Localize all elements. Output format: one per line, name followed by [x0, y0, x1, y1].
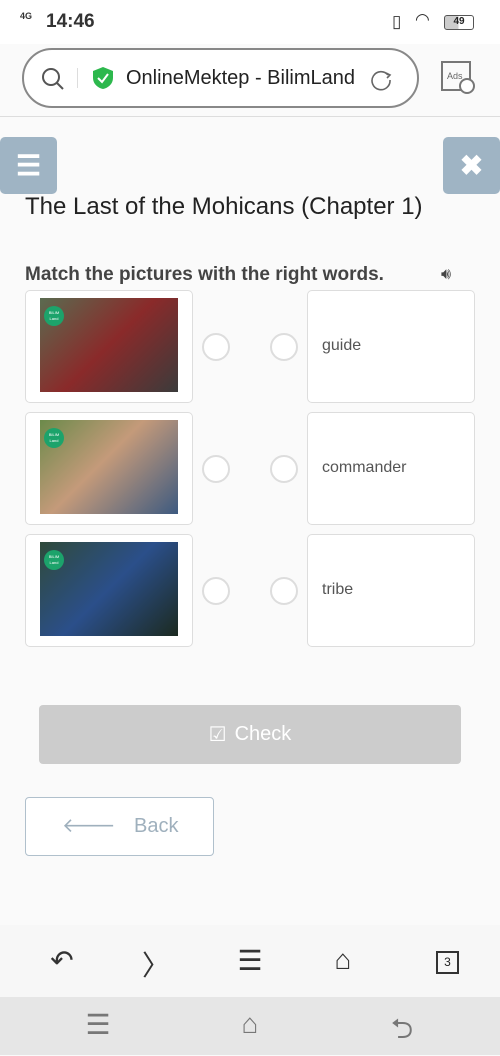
picture-card-1[interactable]: BILIM Land	[25, 290, 193, 403]
forward-icon[interactable]: 〉	[136, 944, 176, 984]
block-icon	[459, 78, 475, 94]
check-button[interactable]: ☑ Check	[39, 705, 461, 764]
battery-indicator: 49	[444, 15, 474, 30]
back-nav-icon[interactable]: ⮌	[382, 1008, 422, 1056]
menu-button[interactable]: ☰	[0, 137, 57, 194]
reload-icon[interactable]	[368, 67, 394, 93]
network-indicator: 4G	[20, 11, 33, 21]
wifi-icon: ◠	[415, 10, 430, 29]
clock: 14:46	[46, 11, 95, 32]
picture-radio-3[interactable]	[202, 577, 230, 605]
bilimland-logo: BILIM Land	[44, 428, 64, 448]
back-button[interactable]: 🡐 Back	[25, 797, 214, 856]
page-title-text: OnlineMektep - BilimLand	[126, 67, 355, 89]
bilimland-logo: BILIM Land	[44, 306, 64, 326]
word-card-1[interactable]: guide	[307, 290, 475, 403]
word-card-3[interactable]: tribe	[307, 534, 475, 647]
divider	[0, 116, 500, 117]
picture-radio-2[interactable]	[202, 455, 230, 483]
word-radio-3[interactable]	[270, 577, 298, 605]
menu-icon[interactable]: ☰	[230, 944, 270, 977]
close-icon: ✖	[459, 150, 484, 181]
tabs-button[interactable]: 3	[436, 951, 459, 974]
back-label: Back	[134, 815, 179, 837]
home-icon[interactable]: ⌂	[323, 944, 363, 976]
word-text: commander	[322, 459, 407, 476]
divider	[77, 68, 78, 88]
check-label: Check	[234, 723, 292, 745]
word-radio-1[interactable]	[270, 333, 298, 361]
shield-check-icon	[93, 67, 113, 89]
word-radio-2[interactable]	[270, 455, 298, 483]
close-button[interactable]: ✖	[443, 137, 500, 194]
recents-icon[interactable]: ☰	[78, 1008, 118, 1041]
speaker-icon[interactable]: 🔊︎	[441, 266, 451, 284]
checkbox-icon: ☑	[208, 724, 227, 746]
hamburger-icon: ☰	[15, 150, 42, 181]
vibrate-icon: ▯	[392, 12, 402, 31]
picture-1: BILIM Land	[40, 298, 178, 392]
word-text: tribe	[322, 581, 354, 598]
picture-card-3[interactable]: BILIM Land	[25, 534, 193, 647]
lesson-title: The Last of the Mohicans (Chapter 1)	[25, 193, 423, 220]
bilimland-logo: BILIM Land	[44, 550, 64, 570]
picture-radio-1[interactable]	[202, 333, 230, 361]
picture-card-2[interactable]: BILIM Land	[25, 412, 193, 525]
undo-back-icon[interactable]: ↶	[42, 944, 82, 977]
instruction: Match the pictures with the right words.	[25, 264, 384, 285]
arrow-left-icon: 🡐	[62, 815, 116, 837]
picture-3: BILIM Land	[40, 542, 178, 636]
picture-2: BILIM Land	[40, 420, 178, 514]
ads-label: Ads	[447, 71, 463, 81]
home-nav-icon[interactable]: ⌂	[230, 1008, 270, 1040]
word-text: guide	[322, 337, 362, 354]
search-icon[interactable]	[40, 66, 66, 92]
word-card-2[interactable]: commander	[307, 412, 475, 525]
